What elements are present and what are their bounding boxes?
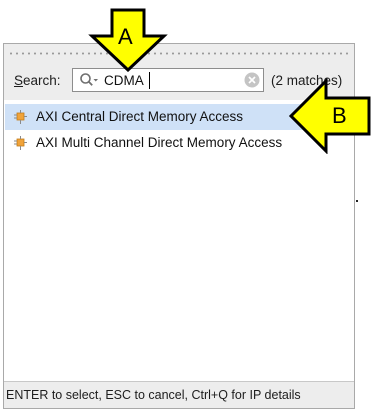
drag-handle[interactable] <box>4 44 354 63</box>
ip-core-icon <box>14 110 27 124</box>
stray-mark <box>356 200 358 202</box>
result-label: AXI Central Direct Memory Access <box>36 109 244 124</box>
result-label: AXI Multi Channel Direct Memory Access <box>36 135 283 150</box>
grip-dots <box>8 52 350 55</box>
search-label-mnemonic: S <box>14 73 24 88</box>
search-label: Search: <box>14 73 61 88</box>
search-input[interactable] <box>104 72 224 89</box>
status-hint: ENTER to select, ESC to cancel, Ctrl+Q f… <box>6 388 301 402</box>
callout-letter-a: A <box>118 24 133 49</box>
callout-arrow-b <box>288 78 371 154</box>
search-icon[interactable] <box>79 72 99 89</box>
callout-letter-b: B <box>332 103 347 128</box>
text-caret <box>149 72 150 89</box>
screenshot-stage: Search: (2 matches) <box>0 0 377 420</box>
status-bar: ENTER to select, ESC to cancel, Ctrl+Q f… <box>4 381 354 408</box>
ip-core-icon <box>14 136 27 150</box>
search-label-text: earch: <box>23 73 61 88</box>
clear-search-icon[interactable] <box>244 72 260 88</box>
